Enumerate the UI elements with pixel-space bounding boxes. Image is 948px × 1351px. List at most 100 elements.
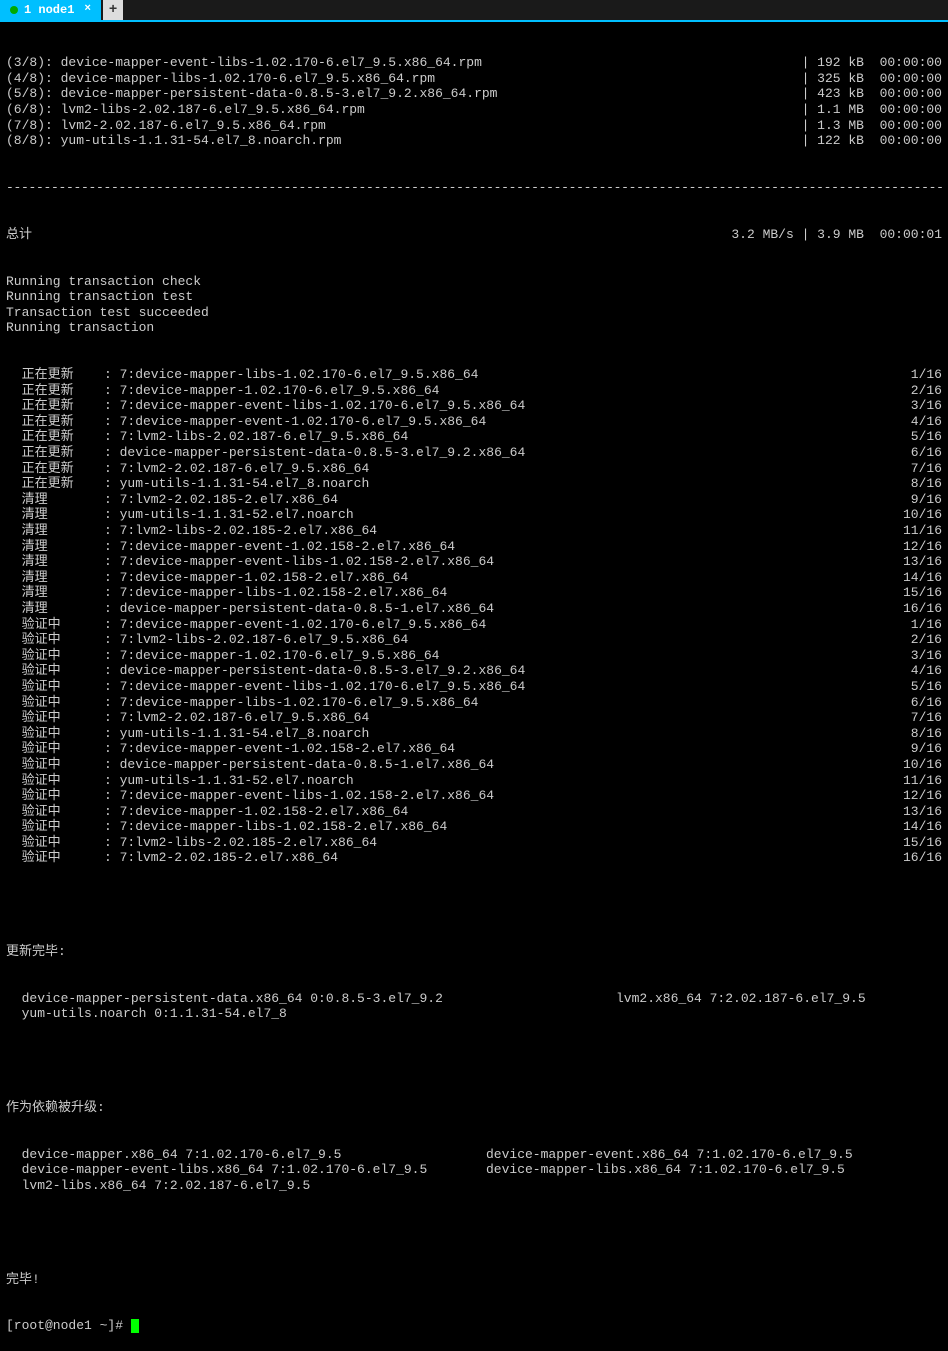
terminal-output[interactable]: (3/8): device-mapper-event-libs-1.02.170…: [0, 22, 948, 1351]
download-line: (4/8): device-mapper-libs-1.02.170-6.el7…: [6, 71, 942, 87]
progress-count: 7/16: [892, 710, 942, 726]
blank-line: [6, 1225, 942, 1241]
progress-count: 15/16: [892, 835, 942, 851]
transaction-row: 清理: 7:device-mapper-event-libs-1.02.158-…: [6, 554, 942, 570]
dep-row: device-mapper.x86_64 7:1.02.170-6.el7_9.…: [6, 1147, 942, 1163]
action-label: 正在更新: [6, 461, 104, 477]
package-name: : 7:device-mapper-1.02.158-2.el7.x86_64: [104, 804, 892, 820]
progress-count: 4/16: [892, 414, 942, 430]
deps-title: 作为依赖被升级:: [6, 1100, 942, 1116]
action-label: 验证中: [6, 695, 104, 711]
stage-line: Running transaction test: [6, 289, 942, 305]
package: device-mapper-persistent-data.x86_64 0:0…: [6, 991, 616, 1007]
transaction-row: 正在更新: 7:lvm2-2.02.187-6.el7_9.5.x86_647/…: [6, 461, 942, 477]
progress-count: 11/16: [892, 523, 942, 539]
package-name: : 7:lvm2-libs-2.02.187-6.el7_9.5.x86_64: [104, 632, 892, 648]
package-name: : 7:device-mapper-libs-1.02.170-6.el7_9.…: [104, 695, 892, 711]
dep-row: device-mapper-event-libs.x86_64 7:1.02.1…: [6, 1162, 942, 1178]
action-label: 正在更新: [6, 367, 104, 383]
package: [486, 1178, 942, 1194]
package-name: : 7:device-mapper-libs-1.02.158-2.el7.x8…: [104, 819, 892, 835]
progress-count: 3/16: [892, 398, 942, 414]
download-stats: | 1.3 MB 00:00:00: [802, 118, 942, 134]
action-label: 验证中: [6, 663, 104, 679]
action-label: 验证中: [6, 773, 104, 789]
progress-count: 6/16: [892, 445, 942, 461]
action-label: 清理: [6, 492, 104, 508]
package: device-mapper-event.x86_64 7:1.02.170-6.…: [486, 1147, 942, 1163]
new-tab-button[interactable]: +: [103, 0, 123, 20]
tab-label: 1 node1: [24, 3, 74, 17]
transaction-row: 验证中: 7:device-mapper-event-libs-1.02.170…: [6, 679, 942, 695]
download-file: (4/8): device-mapper-libs-1.02.170-6.el7…: [6, 71, 435, 87]
close-icon[interactable]: ×: [84, 3, 91, 16]
progress-count: 12/16: [892, 788, 942, 804]
action-label: 验证中: [6, 648, 104, 664]
package-name: : 7:device-mapper-event-1.02.170-6.el7_9…: [104, 414, 892, 430]
progress-count: 8/16: [892, 726, 942, 742]
updated-title: 更新完毕:: [6, 944, 942, 960]
transaction-row: 正在更新: device-mapper-persistent-data-0.8.…: [6, 445, 942, 461]
transaction-row: 正在更新: 7:device-mapper-event-libs-1.02.17…: [6, 398, 942, 414]
action-label: 验证中: [6, 788, 104, 804]
progress-count: 15/16: [892, 585, 942, 601]
shell-prompt[interactable]: [root@node1 ~]#: [6, 1318, 942, 1334]
package: yum-utils.noarch 0:1.1.31-54.el7_8: [6, 1006, 616, 1022]
download-line: (8/8): yum-utils-1.1.31-54.el7_8.noarch.…: [6, 133, 942, 149]
progress-count: 6/16: [892, 695, 942, 711]
blank-line: [6, 897, 942, 913]
transaction-row: 验证中: 7:lvm2-2.02.185-2.el7.x86_6416/16: [6, 850, 942, 866]
transaction-row: 清理: yum-utils-1.1.31-52.el7.noarch10/16: [6, 507, 942, 523]
progress-count: 4/16: [892, 663, 942, 679]
action-label: 验证中: [6, 835, 104, 851]
package-name: : 7:device-mapper-event-1.02.158-2.el7.x…: [104, 539, 892, 555]
prompt-text: [root@node1 ~]#: [6, 1318, 131, 1333]
transaction-row: 验证中: 7:device-mapper-event-libs-1.02.158…: [6, 788, 942, 804]
package: lvm2.x86_64 7:2.02.187-6.el7_9.5: [616, 991, 942, 1007]
action-label: 验证中: [6, 819, 104, 835]
transaction-row: 正在更新: 7:lvm2-libs-2.02.187-6.el7_9.5.x86…: [6, 429, 942, 445]
transaction-row: 验证中: 7:device-mapper-1.02.170-6.el7_9.5.…: [6, 648, 942, 664]
download-file: (8/8): yum-utils-1.1.31-54.el7_8.noarch.…: [6, 133, 341, 149]
progress-count: 9/16: [892, 741, 942, 757]
package: lvm2-libs.x86_64 7:2.02.187-6.el7_9.5: [6, 1178, 486, 1194]
package-name: : 7:device-mapper-event-1.02.158-2.el7.x…: [104, 741, 892, 757]
action-label: 清理: [6, 570, 104, 586]
updated-row: device-mapper-persistent-data.x86_64 0:0…: [6, 991, 942, 1007]
progress-count: 13/16: [892, 554, 942, 570]
package-name: : device-mapper-persistent-data-0.8.5-3.…: [104, 445, 892, 461]
package-name: : 7:device-mapper-event-libs-1.02.158-2.…: [104, 788, 892, 804]
progress-count: 16/16: [892, 850, 942, 866]
action-label: 清理: [6, 601, 104, 617]
package-name: : 7:lvm2-2.02.187-6.el7_9.5.x86_64: [104, 710, 892, 726]
package-name: : 7:device-mapper-event-libs-1.02.158-2.…: [104, 554, 892, 570]
progress-count: 5/16: [892, 679, 942, 695]
transaction-row: 验证中: device-mapper-persistent-data-0.8.5…: [6, 757, 942, 773]
package-name: : device-mapper-persistent-data-0.8.5-1.…: [104, 601, 892, 617]
transaction-row: 验证中: 7:device-mapper-1.02.158-2.el7.x86_…: [6, 804, 942, 820]
package-name: : 7:lvm2-2.02.187-6.el7_9.5.x86_64: [104, 461, 892, 477]
transaction-row: 验证中: 7:lvm2-libs-2.02.185-2.el7.x86_6415…: [6, 835, 942, 851]
package: device-mapper.x86_64 7:1.02.170-6.el7_9.…: [6, 1147, 486, 1163]
download-file: (5/8): device-mapper-persistent-data-0.8…: [6, 86, 497, 102]
download-file: (7/8): lvm2-2.02.187-6.el7_9.5.x86_64.rp…: [6, 118, 326, 134]
download-line: (7/8): lvm2-2.02.187-6.el7_9.5.x86_64.rp…: [6, 118, 942, 134]
action-label: 正在更新: [6, 429, 104, 445]
transaction-row: 清理: 7:device-mapper-event-1.02.158-2.el7…: [6, 539, 942, 555]
package-name: : yum-utils-1.1.31-54.el7_8.noarch: [104, 726, 892, 742]
package: [616, 1006, 942, 1022]
progress-count: 7/16: [892, 461, 942, 477]
progress-count: 14/16: [892, 570, 942, 586]
progress-count: 9/16: [892, 492, 942, 508]
action-label: 验证中: [6, 850, 104, 866]
action-label: 清理: [6, 507, 104, 523]
transaction-row: 验证中: device-mapper-persistent-data-0.8.5…: [6, 663, 942, 679]
package-name: : 7:lvm2-2.02.185-2.el7.x86_64: [104, 850, 892, 866]
total-label: 总计: [6, 227, 32, 243]
package-name: : 7:device-mapper-1.02.158-2.el7.x86_64: [104, 570, 892, 586]
separator-line: ----------------------------------------…: [6, 180, 942, 196]
transaction-row: 清理: 7:lvm2-libs-2.02.185-2.el7.x86_6411/…: [6, 523, 942, 539]
download-stats: | 1.1 MB 00:00:00: [802, 102, 942, 118]
complete-line: 完毕!: [6, 1272, 942, 1288]
terminal-tab[interactable]: 1 node1 ×: [0, 0, 101, 20]
